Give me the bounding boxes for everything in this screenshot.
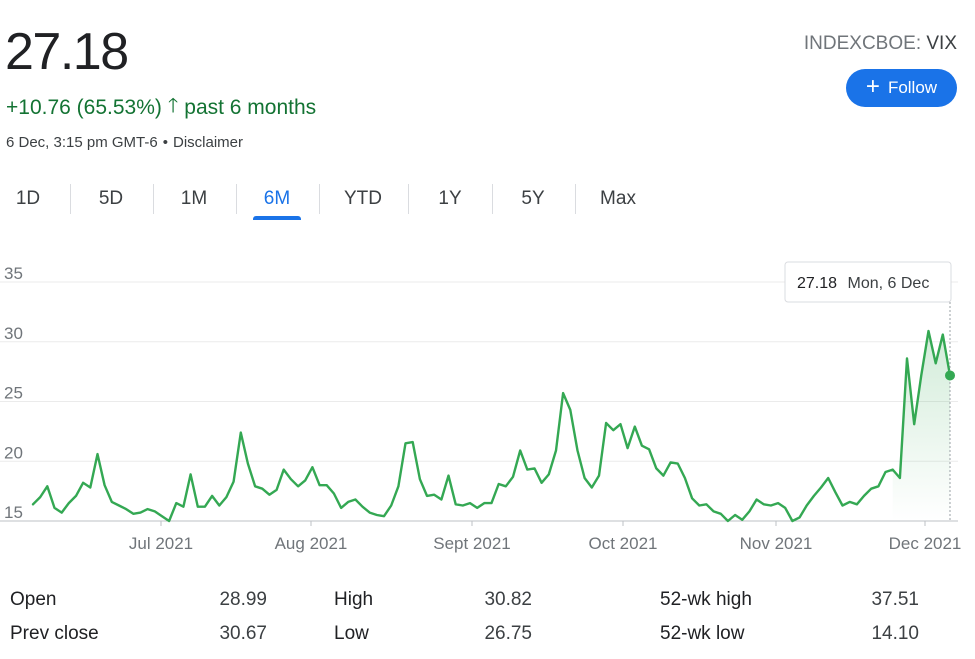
- stat-value: 30.82: [484, 589, 532, 610]
- separator-dot: •: [162, 134, 168, 151]
- tab-divider: [408, 184, 409, 214]
- ticker-symbol: VIX: [926, 33, 957, 54]
- quote-timestamp-row: 6 Dec, 3:15 pm GMT-6 • Disclaimer: [6, 134, 243, 151]
- change-value: +10.76 (65.53%): [6, 96, 162, 119]
- chart-highlight-area: [892, 331, 950, 521]
- tab-6m[interactable]: 6M: [241, 180, 313, 220]
- y-tick-label: 25: [4, 384, 23, 403]
- tab-5y[interactable]: 5Y: [497, 180, 569, 218]
- tab-1y[interactable]: 1Y: [414, 180, 486, 218]
- tab-divider: [70, 184, 71, 214]
- stats-table: Open 28.99 Prev close 30.67 High 30.82 L…: [0, 585, 975, 655]
- tab-label: 1M: [180, 188, 208, 209]
- stat-label: Low: [334, 623, 369, 644]
- exchange-name: INDEXCBOE: [803, 33, 916, 54]
- tab-ytd[interactable]: YTD: [327, 180, 399, 218]
- stat-label: Open: [10, 589, 57, 610]
- y-tick-label: 30: [4, 324, 23, 343]
- hover-point: [945, 370, 955, 381]
- tab-label: 1Y: [438, 188, 462, 209]
- x-tick-label: Nov 2021: [740, 534, 813, 553]
- tab-5d[interactable]: 5D: [75, 180, 147, 218]
- stat-value: 30.67: [219, 623, 267, 644]
- x-tick-label: Aug 2021: [275, 534, 348, 553]
- x-tick-label: Sept 2021: [433, 534, 511, 553]
- tab-label: YTD: [344, 188, 382, 209]
- price-chart[interactable]: 15 20 25 30 35 Jul 2021 Aug 2021 Sept 2021 Oct …: [0, 250, 975, 560]
- stat-value: 14.10: [871, 623, 919, 644]
- stat-value: 28.99: [219, 589, 267, 610]
- active-tab-indicator: [253, 216, 301, 220]
- tooltip-value: 27.18: [797, 275, 837, 292]
- stat-label: Prev close: [10, 623, 99, 644]
- series-line: [31, 329, 952, 523]
- stat-value: 26.75: [484, 623, 532, 644]
- current-price: 27.18: [5, 23, 129, 81]
- tab-max[interactable]: Max: [582, 180, 654, 218]
- price-change: +10.76 (65.53%) 🡑 past 6 months: [6, 91, 316, 125]
- tooltip: 27.18 Mon, 6 Dec: [784, 261, 952, 303]
- tab-divider: [236, 184, 237, 214]
- arrow-up-icon: 🡑: [167, 95, 179, 117]
- tooltip-date: Mon, 6 Dec: [848, 275, 930, 292]
- quote-timestamp: 6 Dec, 3:15 pm GMT-6: [6, 134, 158, 151]
- svg-text:27.18 Mon, 6 Dec: 27.18 Mon, 6 Dec: [797, 275, 929, 292]
- stat-label: 52-wk low: [660, 623, 745, 644]
- disclaimer-link[interactable]: Disclaimer: [173, 134, 243, 151]
- y-tick-label: 15: [4, 503, 23, 522]
- tab-divider: [492, 184, 493, 214]
- follow-button[interactable]: + Follow: [846, 69, 957, 107]
- change-period: past 6 months: [184, 96, 317, 119]
- tab-label: 5D: [98, 188, 124, 209]
- tab-divider: [319, 184, 320, 214]
- x-tick-label: Oct 2021: [589, 534, 658, 553]
- plus-icon: +: [865, 73, 880, 100]
- tab-label: 5Y: [521, 188, 545, 209]
- tab-label: 1D: [15, 188, 41, 209]
- tab-divider: [153, 184, 154, 214]
- tab-label: 6M: [263, 188, 291, 209]
- x-tick-label: Jul 2021: [129, 534, 193, 553]
- ticker-label: INDEXCBOE: VIX: [803, 33, 957, 54]
- x-tick-label: Dec 2021: [889, 534, 962, 553]
- tab-label: Max: [600, 188, 636, 209]
- y-tick-label: 20: [4, 443, 23, 462]
- stat-label: High: [334, 589, 374, 610]
- stat-value: 37.51: [871, 589, 919, 610]
- follow-label: Follow: [887, 78, 938, 97]
- tab-divider: [575, 184, 576, 214]
- y-tick-label: 35: [4, 264, 23, 283]
- tab-1d[interactable]: 1D: [0, 180, 64, 218]
- stat-label: 52-wk high: [660, 589, 752, 610]
- tab-1m[interactable]: 1M: [158, 180, 230, 218]
